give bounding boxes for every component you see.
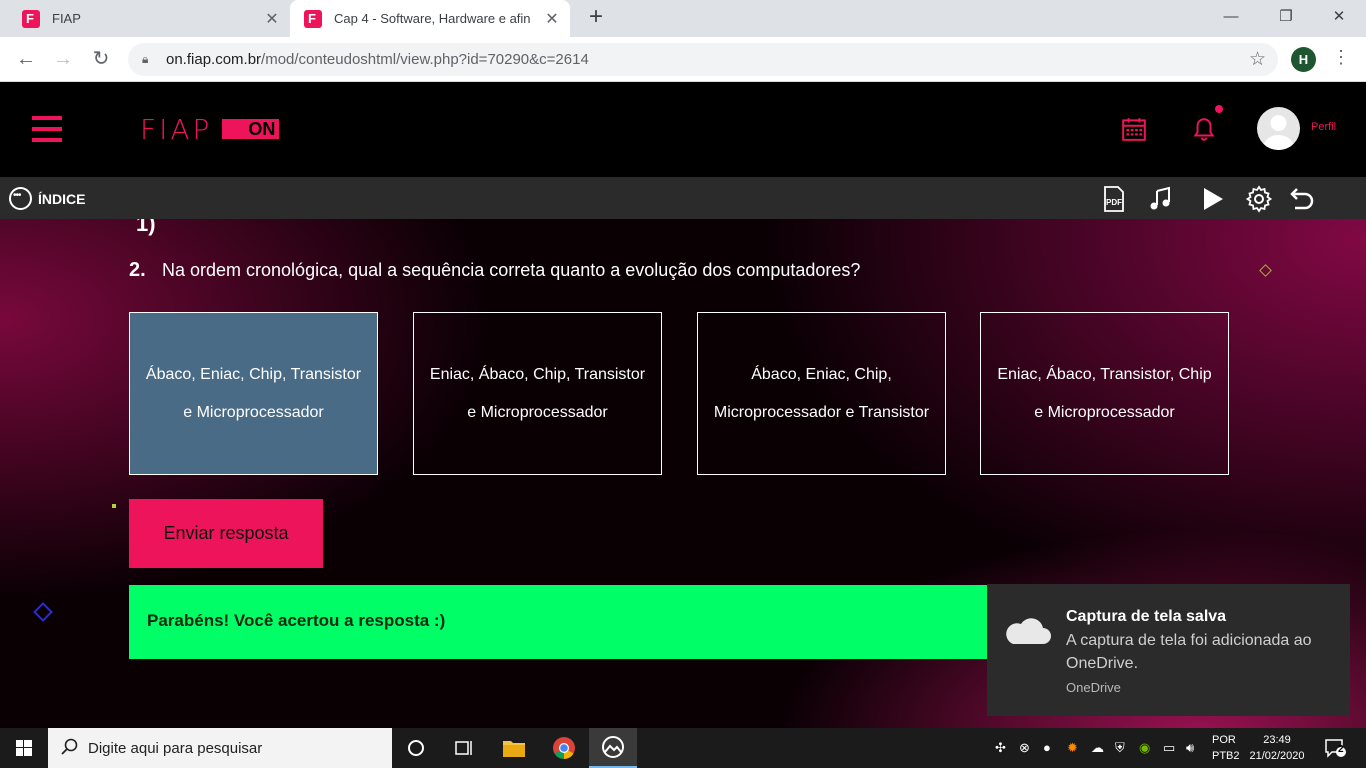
forward-icon[interactable]: → <box>49 45 77 73</box>
lock-icon: 🔒︎ <box>142 52 149 66</box>
play-icon[interactable] <box>1199 185 1227 213</box>
restore-icon[interactable]: ❐ <box>1263 0 1309 37</box>
dropbox-icon[interactable]: ✣ <box>995 740 1006 756</box>
music-icon[interactable] <box>1147 185 1175 213</box>
fiap-favicon-icon <box>304 9 322 28</box>
address-bar[interactable]: 🔒︎ on.fiap.com.br/mod/conteudoshtml/view… <box>128 43 1278 76</box>
send-answer-button[interactable]: Enviar resposta <box>129 499 323 568</box>
more-menu-icon[interactable]: ⋮ <box>1332 47 1350 68</box>
cortana-icon[interactable] <box>392 728 440 768</box>
window-close-icon[interactable]: ✕ <box>1316 0 1362 37</box>
fiap-favicon-icon <box>22 9 40 28</box>
chrome-icon[interactable] <box>540 728 588 768</box>
profile-link[interactable]: Perfil <box>1311 121 1336 133</box>
windows-taskbar: Digite aqui para pesquisar ✣ ⊗ ● ✹ ☁ ⛨ ◉… <box>0 728 1366 768</box>
question-number: 2. <box>129 259 146 281</box>
menu-icon[interactable] <box>32 116 62 142</box>
new-tab-icon[interactable]: + <box>584 5 608 30</box>
profile-avatar[interactable]: H <box>1291 47 1316 72</box>
fiap-on-logo[interactable]: FIAP ON <box>140 113 280 146</box>
tab-cap4[interactable]: Cap 4 - Software, Hardware e afin ✕ <box>290 0 570 37</box>
decorative-diamond <box>1259 264 1272 277</box>
url-text: on.fiap.com.br/mod/conteudoshtml/view.ph… <box>166 51 589 68</box>
xbox-icon[interactable]: ⊗ <box>1019 740 1030 756</box>
network-icon[interactable]: ▭ <box>1163 740 1175 756</box>
answer-option[interactable]: Ábaco, Eniac, Chip, Microprocessador e T… <box>697 312 946 475</box>
index-icon[interactable] <box>9 187 32 210</box>
svg-text:PDF: PDF <box>1106 198 1122 207</box>
close-icon[interactable]: ✕ <box>542 9 562 29</box>
browser-toolbar: ← → ↻ 🔒︎ on.fiap.com.br/mod/conteudoshtm… <box>0 37 1366 82</box>
notification-title: Captura de tela salva <box>1066 608 1227 625</box>
photos-app-icon[interactable] <box>589 728 637 768</box>
windows-start-icon[interactable] <box>0 728 48 768</box>
bell-icon[interactable] <box>1191 116 1217 142</box>
notification-source: OneDrive <box>1066 680 1121 695</box>
bookmark-star-icon[interactable]: ☆ <box>1249 48 1266 71</box>
back-icon[interactable]: ← <box>12 45 40 73</box>
browser-tabbar: FIAP ✕ Cap 4 - Software, Hardware e afin… <box>0 0 1366 37</box>
nvidia-icon[interactable]: ◉ <box>1139 740 1150 756</box>
pdf-icon[interactable]: PDF <box>1100 185 1128 213</box>
avast-icon[interactable]: ✹ <box>1067 740 1078 756</box>
taskbar-search[interactable]: Digite aqui para pesquisar <box>48 728 392 768</box>
minimize-icon[interactable]: — <box>1208 0 1254 37</box>
clock[interactable]: 23:49 21/02/2020 <box>1247 732 1307 764</box>
answer-option[interactable]: Ábaco, Eniac, Chip, Transistor e Micropr… <box>129 312 378 475</box>
search-icon <box>61 738 78 755</box>
tab-title: Cap 4 - Software, Hardware e afin <box>334 11 531 26</box>
question-text: Na ordem cronológica, qual a sequência c… <box>162 260 861 280</box>
cloud-icon <box>1006 618 1051 644</box>
tray-app-icon[interactable]: ● <box>1043 740 1051 755</box>
content-toolbar: ÍNDICE PDF <box>0 177 1366 219</box>
previous-question-fragment: 1) <box>136 219 156 236</box>
success-message: Parabéns! Você acertou a resposta :) <box>129 585 989 659</box>
defender-icon[interactable]: ⛨ <box>1115 740 1125 756</box>
answer-option[interactable]: Eniac, Ábaco, Chip, Transistor e Micropr… <box>413 312 662 475</box>
close-icon[interactable]: ✕ <box>262 9 282 29</box>
onedrive-notification[interactable]: Captura de tela salva A captura de tela … <box>987 584 1350 716</box>
language-indicator[interactable]: POR PTB2 <box>1212 732 1240 764</box>
file-explorer-icon[interactable] <box>490 728 538 768</box>
answer-option[interactable]: Eniac, Ábaco, Transistor, Chip e Micropr… <box>980 312 1229 475</box>
index-button[interactable]: ÍNDICE <box>38 191 85 207</box>
gear-icon[interactable] <box>1245 185 1273 213</box>
back-arrow-icon[interactable] <box>1289 185 1317 213</box>
action-center-icon[interactable]: 2 <box>1324 738 1346 758</box>
notification-body: A captura de tela foi adicionada ao OneD… <box>1066 632 1312 672</box>
tab-title: FIAP <box>52 11 81 26</box>
onedrive-icon[interactable]: ☁ <box>1091 740 1104 756</box>
task-view-icon[interactable] <box>440 728 488 768</box>
avatar[interactable] <box>1257 107 1300 150</box>
notification-dot <box>1215 105 1223 113</box>
tab-fiap[interactable]: FIAP ✕ <box>8 0 290 37</box>
decorative-dot <box>112 504 116 508</box>
decorative-diamond <box>33 602 53 622</box>
reload-icon[interactable]: ↻ <box>87 45 115 73</box>
site-header: FIAP ON <box>0 82 1366 177</box>
volume-icon[interactable]: 🔊︎ <box>1186 740 1194 756</box>
calendar-icon[interactable] <box>1121 116 1147 142</box>
